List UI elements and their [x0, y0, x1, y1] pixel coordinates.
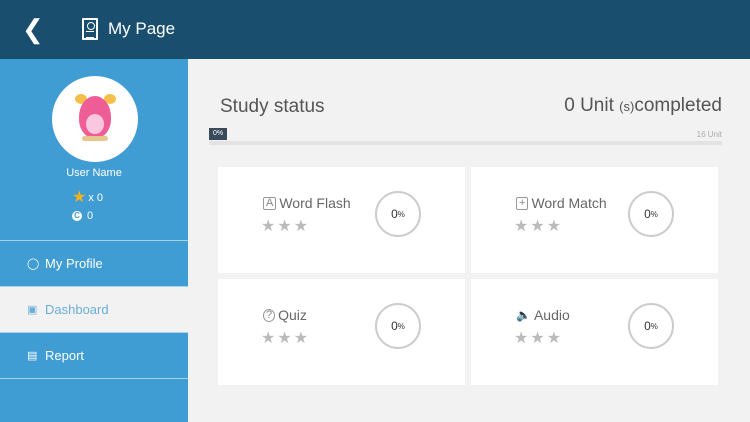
word-match-icon: +	[516, 196, 529, 210]
card-label: Word Match	[531, 195, 607, 211]
progress-ring: 0%	[628, 191, 674, 237]
card-label: Quiz	[278, 307, 307, 323]
card-word-match[interactable]: + Word Match ★★★ 0%	[471, 167, 718, 273]
percent-unit: %	[397, 209, 405, 219]
total-units: 16 Unit	[696, 130, 722, 139]
card-stars: ★★★	[261, 218, 311, 235]
sidebar-item-label: Dashboard	[45, 302, 109, 317]
dashboard-icon: ▣	[27, 304, 38, 316]
sidebar-item-my-profile[interactable]: ◯ My Profile	[0, 241, 188, 286]
coin-count-value: 0	[87, 210, 94, 222]
progress-ring: 0%	[628, 303, 674, 349]
user-icon: ◯	[27, 258, 40, 270]
report-icon: ▤	[27, 350, 38, 362]
study-status-title: Study status	[220, 96, 325, 117]
card-percent: 0	[644, 207, 651, 221]
card-stars: ★★★	[514, 330, 564, 347]
percent-unit: %	[650, 209, 658, 219]
card-percent: 0	[391, 319, 398, 333]
star-count-value: x 0	[88, 192, 104, 204]
question-icon: ?	[263, 308, 276, 322]
app-header: ❮ My Page	[0, 0, 750, 59]
sidebar-item-dashboard[interactable]: ▣ Dashboard	[0, 287, 188, 332]
card-label: Audio	[533, 307, 570, 323]
sidebar-item-report[interactable]: ▤ Report	[0, 333, 188, 378]
coin-count: C0	[72, 210, 93, 222]
card-word-flash[interactable]: A Word Flash ★★★ 0%	[218, 167, 465, 273]
coin-icon: C	[72, 211, 82, 221]
card-stars: ★★★	[514, 218, 564, 235]
completed-count: 0 Unit	[564, 95, 614, 116]
my-page-icon	[82, 18, 98, 40]
progress-badge: 0%	[209, 128, 228, 144]
user-name: User Name	[66, 167, 122, 179]
units-completed: 0 Unit (s)completed	[564, 95, 722, 117]
avatar[interactable]	[52, 76, 138, 162]
word-flash-icon: A	[263, 196, 277, 210]
card-label: Word Flash	[279, 195, 351, 211]
progress-ring: 0%	[375, 191, 421, 237]
character-image	[79, 96, 111, 138]
sidebar-item-label: My Profile	[45, 256, 103, 271]
speaker-icon: 🔈	[516, 308, 531, 322]
divider	[0, 378, 188, 379]
completed-suffix: (s)	[619, 99, 635, 114]
back-button[interactable]: ❮	[22, 16, 44, 42]
progress-ring: 0%	[375, 303, 421, 349]
sidebar: User Name ★ x 0 C0 ◯ My Profile ▣ Dashboard…	[0, 59, 188, 422]
star-count: ★ x 0	[72, 190, 103, 206]
avatar-feet	[82, 136, 108, 141]
card-percent: 0	[391, 207, 398, 221]
star-icon: ★	[72, 189, 87, 206]
card-percent: 0	[644, 319, 651, 333]
completed-word: completed	[634, 95, 722, 116]
sidebar-item-label: Report	[45, 348, 85, 363]
card-audio[interactable]: 🔈 Audio ★★★ 0%	[471, 279, 718, 385]
page-title: My Page	[108, 19, 176, 38]
progress-bar	[209, 141, 722, 145]
card-quiz[interactable]: ? Quiz ★★★ 0%	[218, 279, 465, 385]
percent-unit: %	[650, 321, 658, 331]
percent-unit: %	[397, 321, 405, 331]
card-stars: ★★★	[261, 330, 311, 347]
